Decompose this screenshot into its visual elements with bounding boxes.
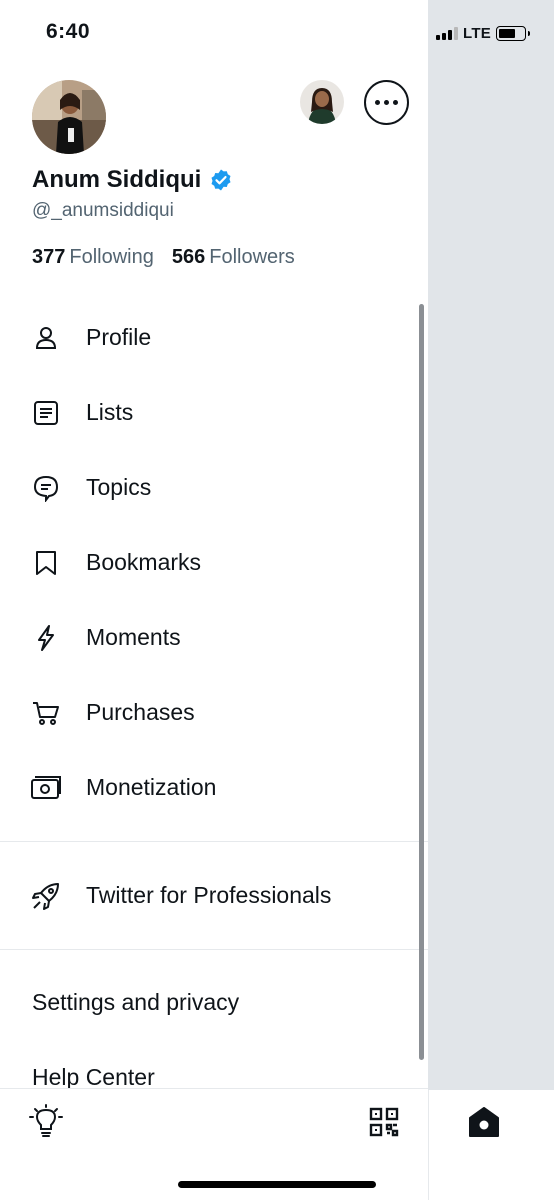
menu-divider [0, 841, 428, 842]
timeline-underlay[interactable] [428, 0, 554, 1090]
followers-count: 566 [171, 246, 206, 268]
list-icon [30, 397, 62, 429]
battery-icon [496, 25, 531, 41]
account-switcher-avatar[interactable] [300, 80, 344, 124]
home-indicator[interactable] [178, 1181, 376, 1188]
status-indicators: LTE [436, 22, 548, 44]
rocket-icon [30, 880, 62, 912]
topics-icon [30, 472, 62, 504]
menu-item-label: Topics [86, 474, 152, 500]
menu-item-profile[interactable]: Profile [0, 300, 428, 375]
network-type: LTE [463, 24, 492, 42]
menu-item-monetization[interactable]: Monetization [0, 750, 428, 825]
lightning-icon [30, 622, 62, 654]
menu-item-label: Monetization [86, 774, 217, 800]
home-tab-icon[interactable] [467, 1106, 501, 1138]
help-center-link[interactable]: Help Center [32, 1064, 155, 1091]
menu-item-bookmarks[interactable]: Bookmarks [0, 525, 428, 600]
followers-link[interactable]: 566 Followers [172, 246, 295, 269]
menu-divider [0, 949, 428, 950]
following-link[interactable]: 377 Following [32, 246, 154, 269]
profile-handle: @_anumsiddiqui [32, 200, 174, 221]
qr-code-icon[interactable] [368, 1106, 400, 1138]
menu-item-lists[interactable]: Lists [0, 375, 428, 450]
menu-item-professionals[interactable]: Twitter for Professionals [0, 858, 428, 933]
menu-item-label: Bookmarks [86, 549, 202, 575]
follow-stats: 377 Following 566 Followers [32, 246, 295, 269]
following-label: Following [69, 246, 154, 268]
person-icon [30, 322, 62, 354]
money-icon [30, 772, 62, 804]
menu-item-label: Twitter for Professionals [86, 882, 332, 908]
menu-item-moments[interactable]: Moments [0, 600, 428, 675]
menu-item-label: Purchases [86, 699, 195, 725]
menu-item-topics[interactable]: Topics [0, 450, 428, 525]
lightbulb-icon[interactable] [28, 1104, 64, 1140]
signal-icon [436, 26, 458, 40]
following-count: 377 [32, 246, 66, 268]
cart-icon [30, 697, 62, 729]
display-name[interactable]: Anum Siddiqui [32, 166, 201, 194]
drawer-scrollbar[interactable] [419, 304, 424, 1060]
profile-avatar[interactable] [32, 80, 106, 154]
bookmark-icon [30, 547, 62, 579]
menu-item-purchases[interactable]: Purchases [0, 675, 428, 750]
menu-item-label: Profile [86, 324, 152, 350]
status-time: 6:40 [46, 20, 91, 43]
profile-name-row: Anum Siddiqui [32, 166, 233, 194]
verified-badge-icon [211, 169, 231, 191]
more-options-button[interactable] [364, 80, 409, 125]
menu-item-label: Lists [86, 399, 134, 425]
followers-label: Followers [209, 246, 295, 268]
menu-item-label: Moments [86, 624, 181, 650]
settings-and-privacy-link[interactable]: Settings and privacy [32, 989, 239, 1016]
